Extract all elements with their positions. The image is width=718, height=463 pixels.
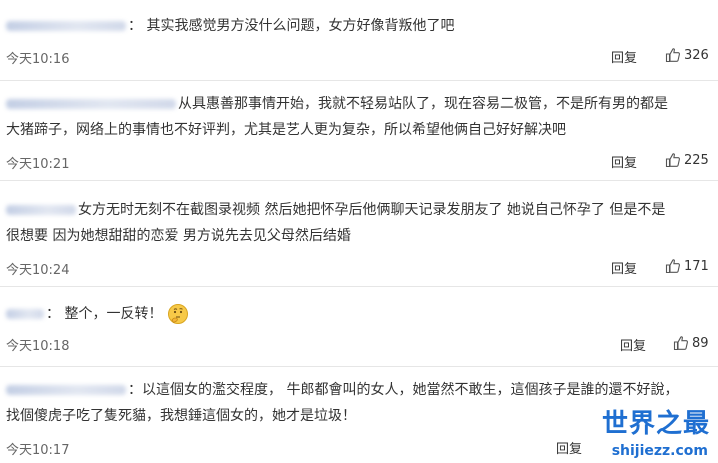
watermark-title: 世界之最 — [601, 409, 710, 439]
thumbs-up-icon — [665, 48, 680, 63]
thumbs-up-icon — [673, 336, 688, 351]
comment-text-line: 从具惠善那事情开始，我就不轻易站队了，现在容易二极管，不是所有男的都是 — [178, 96, 668, 112]
like-button[interactable]: 225 — [665, 152, 709, 168]
like-count: 171 — [684, 258, 709, 274]
comment-item: 女方无时无刻不在截图录视频 然后她把怀孕后他俩聊天记录发朋友了 她说自己怀孕了 … — [0, 180, 718, 287]
comment-time: 今天10:17 — [6, 443, 70, 458]
blurred-username[interactable] — [6, 21, 126, 31]
comment-text: ： 其实我感觉男方没什么问题，女方好像背叛他了吧 — [6, 13, 712, 39]
like-count: 326 — [684, 47, 709, 63]
like-count: 89 — [692, 335, 709, 351]
comment-text: ： 整个，一反转！ — [6, 301, 712, 327]
comment-text-line: 女方无时无刻不在截图录视频 然后她把怀孕后他俩聊天记录发朋友了 她说自己怀孕了 … — [78, 202, 666, 218]
reply-button[interactable]: 回复 — [611, 258, 637, 277]
blurred-username[interactable] — [6, 309, 44, 319]
comment-time: 今天10:16 — [6, 52, 70, 67]
comment-text-line: ：以這個女的濫交程度， 牛郎都會叫的女人，她當然不敢生，這個孩子是誰的還不好說， — [128, 382, 679, 398]
thumbs-up-icon — [665, 259, 680, 274]
comment-item: 从具惠善那事情开始，我就不轻易站队了，现在容易二极管，不是所有男的都是 大猪蹄子… — [0, 80, 718, 181]
reply-button[interactable]: 回复 — [611, 47, 637, 66]
comment-text: ：以這個女的濫交程度， 牛郎都會叫的女人，她當然不敢生，這個孩子是誰的還不好說， — [6, 377, 712, 403]
blurred-username[interactable] — [6, 99, 176, 109]
thumbs-up-icon — [665, 153, 680, 168]
like-button[interactable]: 89 — [673, 335, 709, 351]
watermark-url: shijiezz.com — [611, 443, 708, 459]
comment-time: 今天10:24 — [6, 263, 70, 278]
like-count: 225 — [684, 152, 709, 168]
comment-time: 今天10:21 — [6, 157, 70, 172]
thinking-face-emoji — [167, 304, 188, 324]
blurred-username[interactable] — [6, 385, 126, 395]
comment-item: ： 其实我感觉男方没什么问题，女方好像背叛他了吧 今天10:16 回复 326 — [0, 0, 718, 81]
comment-item: ： 整个，一反转！ 今天10:18 回复 89 — [0, 286, 718, 367]
blurred-username[interactable] — [6, 205, 76, 215]
like-button[interactable]: 326 — [665, 47, 709, 63]
reply-button[interactable]: 回复 — [556, 438, 582, 457]
like-button[interactable]: 171 — [665, 258, 709, 274]
comment-text: 从具惠善那事情开始，我就不轻易站队了，现在容易二极管，不是所有男的都是 — [6, 91, 712, 117]
comment-text: 女方无时无刻不在截图录视频 然后她把怀孕后他俩聊天记录发朋友了 她说自己怀孕了 … — [6, 197, 712, 223]
reply-button[interactable]: 回复 — [611, 152, 637, 171]
comment-text-line: ： 其实我感觉男方没什么问题，女方好像背叛他了吧 — [128, 18, 455, 34]
watermark-logo: 世界之最 shijiezz.com — [590, 403, 712, 459]
comment-text-line: 很想要 因为她想甜甜的恋爱 男方说先去见父母然后结婚 — [6, 228, 351, 244]
comment-text-line: ： 整个，一反转！ — [46, 306, 163, 322]
reply-button[interactable]: 回复 — [620, 335, 646, 354]
comment-time: 今天10:18 — [6, 339, 70, 354]
comment-text-line: 大猪蹄子，网络上的事情也不好评判，尤其是艺人更为复杂，所以希望他俩自己好好解决吧 — [6, 122, 566, 138]
